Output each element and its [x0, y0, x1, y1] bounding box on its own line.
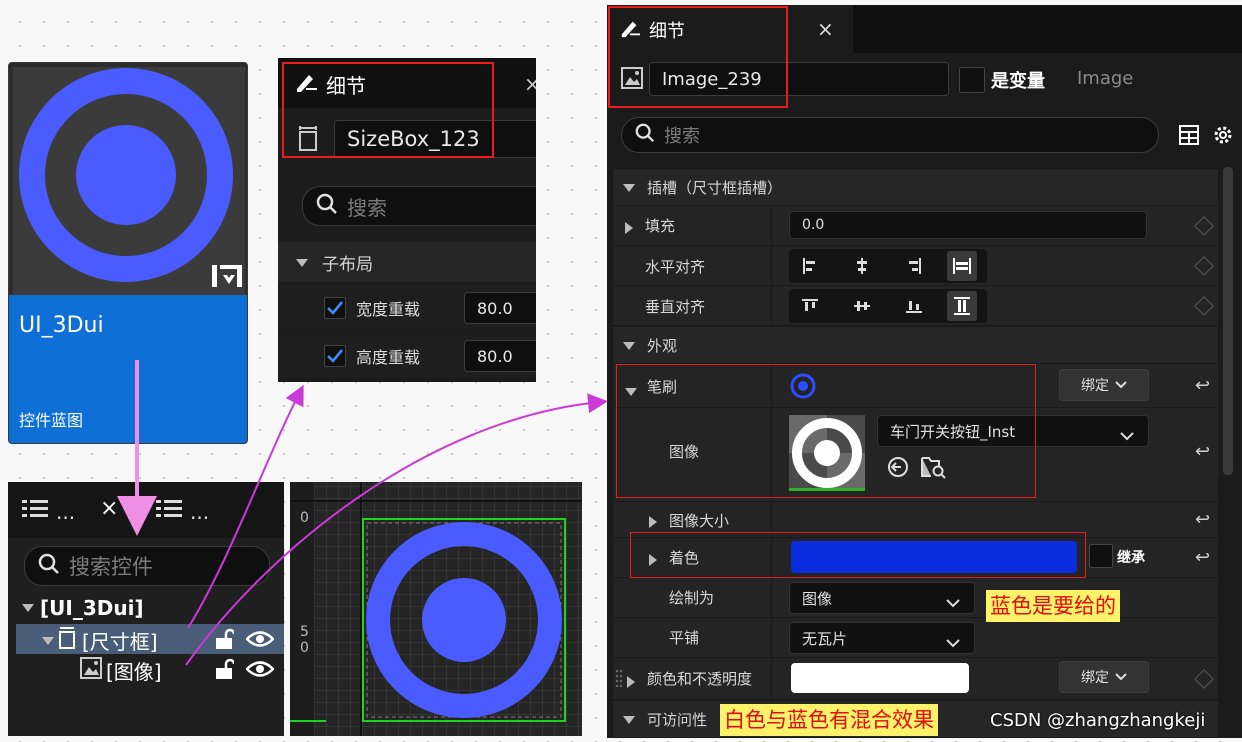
arrow-sizebox-to-details	[187, 384, 304, 629]
arrow-image-to-details	[185, 393, 608, 666]
annotation-arrows	[117, 360, 608, 666]
